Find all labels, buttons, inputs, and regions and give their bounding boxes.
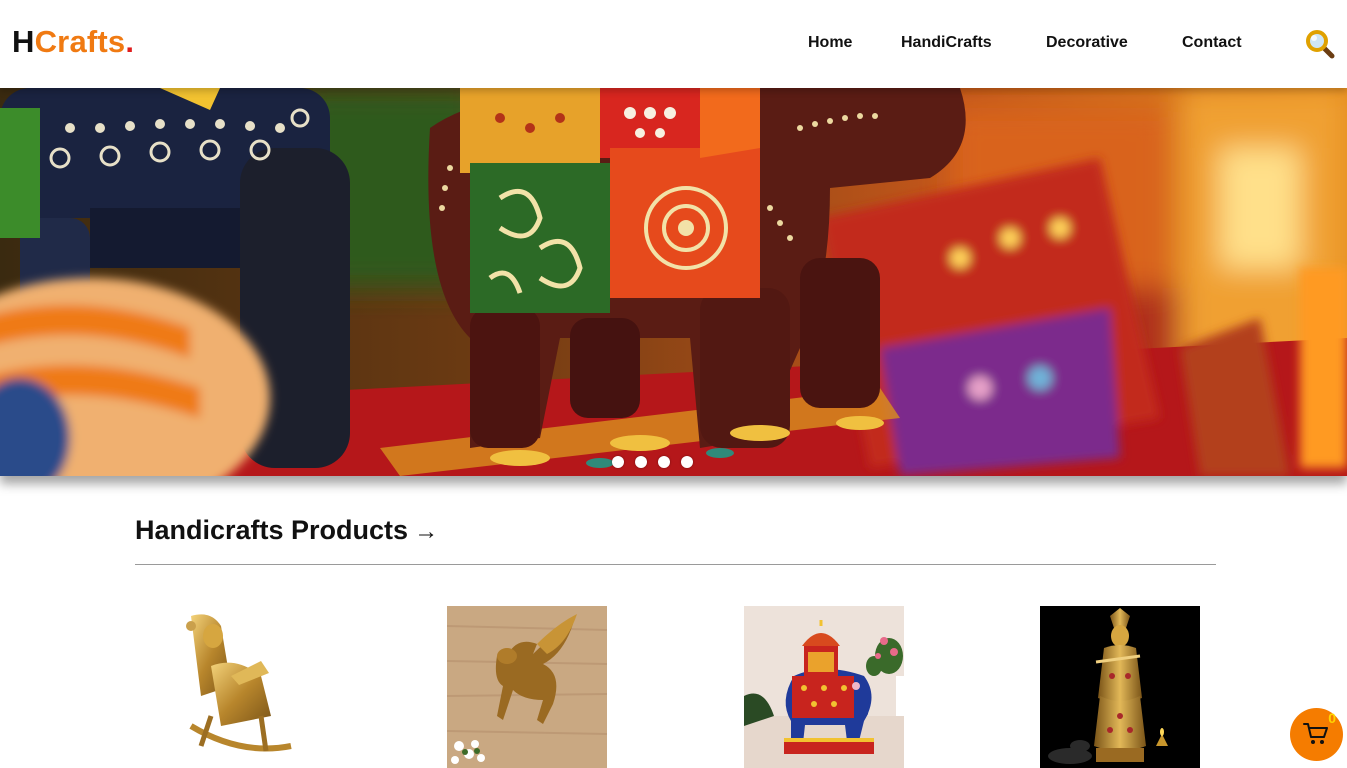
main-nav: Home HandiCrafts Decorative Contact (0, 34, 1347, 54)
section-title[interactable]: Handicrafts Products → (135, 515, 438, 546)
carousel-dot[interactable] (681, 456, 693, 468)
nav-contact[interactable]: Contact (1182, 34, 1242, 52)
product-card-pegasus[interactable] (447, 606, 607, 768)
cart-count-badge: 0 (1328, 710, 1336, 726)
product-card-rocking-chair[interactable] (151, 606, 311, 768)
cart-icon (1303, 723, 1328, 744)
product-image (744, 606, 904, 768)
arrow-right-icon: → (414, 518, 439, 545)
section-title-text: Handicrafts Products (135, 515, 409, 545)
carousel-dots (612, 456, 693, 470)
product-image (1040, 606, 1200, 768)
product-image (447, 606, 607, 768)
cart-button[interactable]: 0 (1290, 708, 1343, 761)
search-icon[interactable] (1304, 28, 1336, 60)
carousel-dot[interactable] (612, 456, 624, 468)
page: HCrafts. Home HandiCrafts Decorative Con… (0, 0, 1347, 768)
hero-image (0, 88, 1347, 476)
carousel-dot[interactable] (658, 456, 670, 468)
nav-home[interactable]: Home (808, 34, 852, 52)
site-header: HCrafts. Home HandiCrafts Decorative Con… (0, 0, 1347, 88)
hero-banner[interactable] (0, 88, 1347, 476)
product-card-elephant[interactable] (744, 606, 904, 768)
carousel-dot[interactable] (635, 456, 647, 468)
section-divider (135, 564, 1216, 565)
product-card-krishna[interactable] (1040, 606, 1200, 768)
nav-handicrafts[interactable]: HandiCrafts (901, 34, 992, 52)
nav-decorative[interactable]: Decorative (1046, 34, 1128, 52)
product-image (151, 606, 311, 768)
